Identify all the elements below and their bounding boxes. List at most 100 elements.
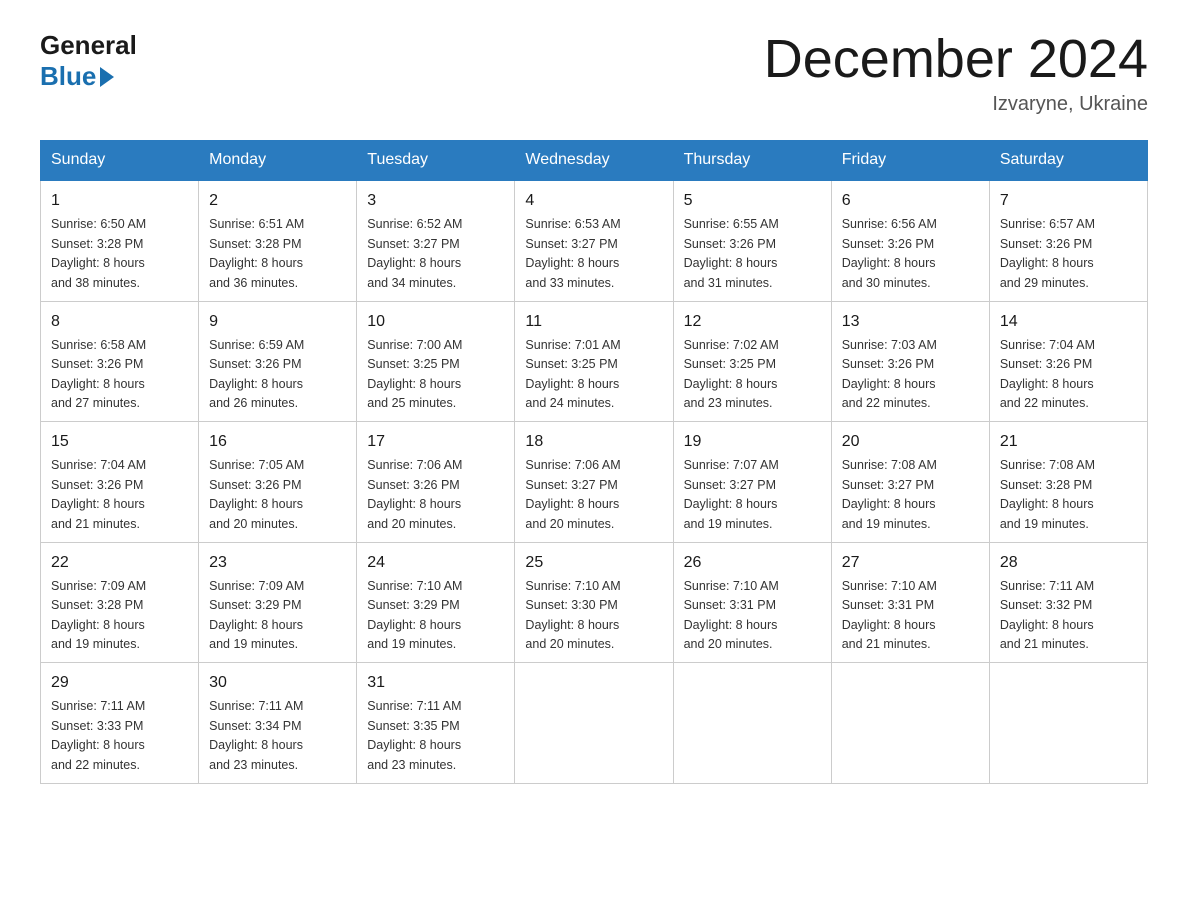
- calendar-week-row: 22Sunrise: 7:09 AMSunset: 3:28 PMDayligh…: [41, 542, 1148, 663]
- day-number: 31: [367, 671, 504, 695]
- day-info: Sunrise: 7:11 AMSunset: 3:33 PMDaylight:…: [51, 697, 188, 775]
- day-info: Sunrise: 6:55 AMSunset: 3:26 PMDaylight:…: [684, 215, 821, 293]
- day-number: 11: [525, 310, 662, 334]
- day-info: Sunrise: 7:11 AMSunset: 3:34 PMDaylight:…: [209, 697, 346, 775]
- day-number: 7: [1000, 189, 1137, 213]
- page-header: General Blue December 2024 Izvaryne, Ukr…: [40, 30, 1148, 116]
- calendar-header-wednesday: Wednesday: [515, 141, 673, 181]
- day-info: Sunrise: 7:11 AMSunset: 3:35 PMDaylight:…: [367, 697, 504, 775]
- day-number: 23: [209, 551, 346, 575]
- calendar-cell: 10Sunrise: 7:00 AMSunset: 3:25 PMDayligh…: [357, 301, 515, 422]
- calendar-cell: 29Sunrise: 7:11 AMSunset: 3:33 PMDayligh…: [41, 663, 199, 784]
- day-number: 6: [842, 189, 979, 213]
- calendar-cell: [831, 663, 989, 784]
- calendar-header-thursday: Thursday: [673, 141, 831, 181]
- calendar-header-monday: Monday: [199, 141, 357, 181]
- calendar-header-row: SundayMondayTuesdayWednesdayThursdayFrid…: [41, 141, 1148, 181]
- calendar-cell: 4Sunrise: 6:53 AMSunset: 3:27 PMDaylight…: [515, 180, 673, 301]
- calendar-week-row: 1Sunrise: 6:50 AMSunset: 3:28 PMDaylight…: [41, 180, 1148, 301]
- calendar-cell: 14Sunrise: 7:04 AMSunset: 3:26 PMDayligh…: [989, 301, 1147, 422]
- day-number: 2: [209, 189, 346, 213]
- day-info: Sunrise: 6:53 AMSunset: 3:27 PMDaylight:…: [525, 215, 662, 293]
- location-subtitle: Izvaryne, Ukraine: [764, 93, 1148, 116]
- logo-general-text: General: [40, 30, 137, 61]
- calendar-cell: 23Sunrise: 7:09 AMSunset: 3:29 PMDayligh…: [199, 542, 357, 663]
- day-number: 17: [367, 430, 504, 454]
- calendar-cell: [673, 663, 831, 784]
- day-info: Sunrise: 7:02 AMSunset: 3:25 PMDaylight:…: [684, 336, 821, 414]
- day-number: 18: [525, 430, 662, 454]
- day-info: Sunrise: 7:00 AMSunset: 3:25 PMDaylight:…: [367, 336, 504, 414]
- calendar-cell: 5Sunrise: 6:55 AMSunset: 3:26 PMDaylight…: [673, 180, 831, 301]
- day-info: Sunrise: 7:10 AMSunset: 3:29 PMDaylight:…: [367, 577, 504, 655]
- day-info: Sunrise: 7:10 AMSunset: 3:30 PMDaylight:…: [525, 577, 662, 655]
- calendar-week-row: 8Sunrise: 6:58 AMSunset: 3:26 PMDaylight…: [41, 301, 1148, 422]
- day-info: Sunrise: 6:56 AMSunset: 3:26 PMDaylight:…: [842, 215, 979, 293]
- month-title: December 2024: [764, 30, 1148, 89]
- day-info: Sunrise: 6:50 AMSunset: 3:28 PMDaylight:…: [51, 215, 188, 293]
- day-number: 12: [684, 310, 821, 334]
- day-number: 27: [842, 551, 979, 575]
- calendar-cell: [989, 663, 1147, 784]
- calendar-cell: 15Sunrise: 7:04 AMSunset: 3:26 PMDayligh…: [41, 422, 199, 543]
- calendar-cell: 20Sunrise: 7:08 AMSunset: 3:27 PMDayligh…: [831, 422, 989, 543]
- calendar-cell: 13Sunrise: 7:03 AMSunset: 3:26 PMDayligh…: [831, 301, 989, 422]
- day-number: 3: [367, 189, 504, 213]
- calendar-cell: 21Sunrise: 7:08 AMSunset: 3:28 PMDayligh…: [989, 422, 1147, 543]
- day-number: 15: [51, 430, 188, 454]
- day-number: 13: [842, 310, 979, 334]
- day-number: 28: [1000, 551, 1137, 575]
- day-info: Sunrise: 6:58 AMSunset: 3:26 PMDaylight:…: [51, 336, 188, 414]
- calendar-table: SundayMondayTuesdayWednesdayThursdayFrid…: [40, 140, 1148, 784]
- calendar-cell: 22Sunrise: 7:09 AMSunset: 3:28 PMDayligh…: [41, 542, 199, 663]
- calendar-cell: 16Sunrise: 7:05 AMSunset: 3:26 PMDayligh…: [199, 422, 357, 543]
- day-info: Sunrise: 7:09 AMSunset: 3:28 PMDaylight:…: [51, 577, 188, 655]
- day-number: 29: [51, 671, 188, 695]
- day-number: 4: [525, 189, 662, 213]
- calendar-cell: 8Sunrise: 6:58 AMSunset: 3:26 PMDaylight…: [41, 301, 199, 422]
- calendar-header-saturday: Saturday: [989, 141, 1147, 181]
- logo: General Blue: [40, 30, 137, 92]
- day-number: 20: [842, 430, 979, 454]
- day-info: Sunrise: 7:10 AMSunset: 3:31 PMDaylight:…: [684, 577, 821, 655]
- logo-text: General: [40, 30, 137, 61]
- calendar-cell: 3Sunrise: 6:52 AMSunset: 3:27 PMDaylight…: [357, 180, 515, 301]
- day-number: 19: [684, 430, 821, 454]
- title-block: December 2024 Izvaryne, Ukraine: [764, 30, 1148, 116]
- day-info: Sunrise: 7:11 AMSunset: 3:32 PMDaylight:…: [1000, 577, 1137, 655]
- calendar-cell: 25Sunrise: 7:10 AMSunset: 3:30 PMDayligh…: [515, 542, 673, 663]
- day-info: Sunrise: 7:07 AMSunset: 3:27 PMDaylight:…: [684, 456, 821, 534]
- calendar-cell: 9Sunrise: 6:59 AMSunset: 3:26 PMDaylight…: [199, 301, 357, 422]
- calendar-week-row: 29Sunrise: 7:11 AMSunset: 3:33 PMDayligh…: [41, 663, 1148, 784]
- calendar-header-friday: Friday: [831, 141, 989, 181]
- calendar-cell: [515, 663, 673, 784]
- day-number: 5: [684, 189, 821, 213]
- calendar-cell: 1Sunrise: 6:50 AMSunset: 3:28 PMDaylight…: [41, 180, 199, 301]
- day-info: Sunrise: 6:51 AMSunset: 3:28 PMDaylight:…: [209, 215, 346, 293]
- day-info: Sunrise: 7:01 AMSunset: 3:25 PMDaylight:…: [525, 336, 662, 414]
- day-number: 30: [209, 671, 346, 695]
- day-info: Sunrise: 7:06 AMSunset: 3:26 PMDaylight:…: [367, 456, 504, 534]
- day-info: Sunrise: 6:52 AMSunset: 3:27 PMDaylight:…: [367, 215, 504, 293]
- calendar-cell: 19Sunrise: 7:07 AMSunset: 3:27 PMDayligh…: [673, 422, 831, 543]
- day-number: 25: [525, 551, 662, 575]
- day-number: 8: [51, 310, 188, 334]
- calendar-cell: 12Sunrise: 7:02 AMSunset: 3:25 PMDayligh…: [673, 301, 831, 422]
- day-info: Sunrise: 7:08 AMSunset: 3:27 PMDaylight:…: [842, 456, 979, 534]
- calendar-cell: 26Sunrise: 7:10 AMSunset: 3:31 PMDayligh…: [673, 542, 831, 663]
- calendar-week-row: 15Sunrise: 7:04 AMSunset: 3:26 PMDayligh…: [41, 422, 1148, 543]
- calendar-header-sunday: Sunday: [41, 141, 199, 181]
- day-number: 24: [367, 551, 504, 575]
- day-number: 10: [367, 310, 504, 334]
- calendar-cell: 6Sunrise: 6:56 AMSunset: 3:26 PMDaylight…: [831, 180, 989, 301]
- day-info: Sunrise: 7:05 AMSunset: 3:26 PMDaylight:…: [209, 456, 346, 534]
- calendar-header-tuesday: Tuesday: [357, 141, 515, 181]
- logo-blue-block: Blue: [40, 61, 137, 92]
- calendar-cell: 28Sunrise: 7:11 AMSunset: 3:32 PMDayligh…: [989, 542, 1147, 663]
- calendar-cell: 24Sunrise: 7:10 AMSunset: 3:29 PMDayligh…: [357, 542, 515, 663]
- calendar-cell: 30Sunrise: 7:11 AMSunset: 3:34 PMDayligh…: [199, 663, 357, 784]
- day-info: Sunrise: 7:10 AMSunset: 3:31 PMDaylight:…: [842, 577, 979, 655]
- day-info: Sunrise: 7:08 AMSunset: 3:28 PMDaylight:…: [1000, 456, 1137, 534]
- calendar-cell: 2Sunrise: 6:51 AMSunset: 3:28 PMDaylight…: [199, 180, 357, 301]
- calendar-cell: 27Sunrise: 7:10 AMSunset: 3:31 PMDayligh…: [831, 542, 989, 663]
